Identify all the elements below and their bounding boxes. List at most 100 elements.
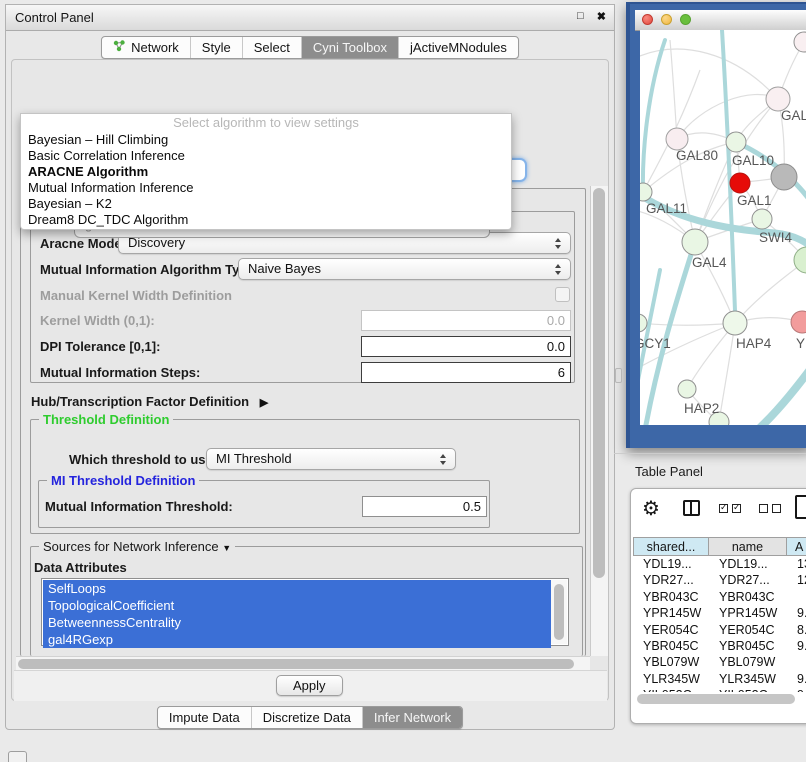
network-node-GAL80[interactable] [666,128,688,150]
table-row[interactable]: YDR27...YDR27...12 [633,572,806,588]
network-node-GAL4[interactable] [682,229,708,255]
apply-button[interactable]: Apply [276,675,343,696]
node-label-GAL80: GAL80 [676,148,718,163]
threshold-definition-title: Threshold Definition [39,412,173,427]
close-window-icon[interactable]: ✖ [597,10,606,23]
attribute-item[interactable]: gal4RGexp [43,631,551,648]
settings-horizontal-scrollbar[interactable] [16,656,590,671]
node-label-SWI4: SWI4 [759,230,792,245]
table-panel-card: ⚙ shared...nameA YDL19...YDL19...13YDR27… [630,488,806,724]
node-label-HAP2: HAP2 [684,401,719,416]
collapse-down-icon[interactable]: ▼ [222,543,231,553]
manual-kernel-checkbox[interactable] [555,287,570,302]
panel-splitter-handle[interactable] [615,368,622,383]
deselect-all-columns-icon[interactable] [759,504,781,513]
mi-steps-field[interactable]: 6 [361,362,571,383]
tab-discretize-data[interactable]: Discretize Data [251,707,362,728]
table-row[interactable]: YLR345WYLR345W9. [633,671,806,687]
tab-jactivemnodules[interactable]: jActiveMNodules [398,37,518,58]
network-node-HAP2[interactable] [678,380,696,398]
bottom-left-panel-icon[interactable] [8,751,27,762]
control-panel-tab-bar: NetworkStyleSelectCyni ToolboxjActiveMNo… [101,36,519,59]
hub-definition-label[interactable]: Hub/Transcription Factor Definition ▶ [31,394,268,409]
table-row[interactable]: YER054CYER054C8. [633,622,806,638]
sources-group: Sources for Network Inference ▼ Data Att… [30,546,583,656]
select-all-columns-icon[interactable] [719,504,741,513]
column-header[interactable]: shared... [633,537,709,556]
network-view-window[interactable]: GALGAL80GAL10GAL1SWI4GAL11GAL4GCY1HAP4YH… [626,2,806,448]
algorithm-item[interactable]: Dream8 DC_TDC Algorithm [21,212,511,228]
node-label-GAL10: GAL10 [732,153,774,168]
minimize-traffic-light-icon[interactable] [661,14,672,25]
algorithm-item[interactable]: Basic Correlation Inference [21,148,511,164]
algorithm-item[interactable]: Bayesian – K2 [21,196,511,212]
column-header[interactable]: name [709,537,787,556]
network-canvas[interactable]: GALGAL80GAL10GAL1SWI4GAL11GAL4GCY1HAP4YH… [640,30,806,425]
attribute-item[interactable]: BetweennessCentrality [43,614,551,631]
control-panel-title: Control Panel [15,10,94,25]
table-row[interactable]: YDL19...YDL19...13 [633,556,806,572]
table-row[interactable]: YBR045CYBR045C9. [633,638,806,654]
tab-impute-data[interactable]: Impute Data [158,707,251,728]
node-label-GAL11: GAL11 [646,201,687,216]
attribute-item[interactable]: SelfLoops [43,580,551,597]
close-traffic-light-icon[interactable] [642,14,653,25]
algorithm-item[interactable]: Bayesian – Hill Climbing [21,132,511,148]
control-panel-titlebar[interactable]: Control Panel □ ✖ [6,5,614,31]
algorithm-dropdown-popup: Select algorithm to view settings Bayesi… [20,113,512,230]
float-window-icon[interactable]: □ [577,12,586,21]
node-label-gal-pink: GAL [781,108,806,123]
tab-network[interactable]: Network [102,37,190,58]
attributes-list-scrollbar[interactable] [551,580,567,644]
table-row[interactable]: YBL079WYBL079W [633,654,806,670]
network-node-top-partial[interactable] [794,32,806,52]
stepper-arrows-icon [554,263,562,276]
settings-scrollpane: Cyni Algorithm Settings Algorithm Defini… [16,186,607,670]
mi-threshold-field[interactable]: 0.5 [362,496,487,517]
network-node-salmon-node[interactable] [791,311,806,333]
tab-style[interactable]: Style [190,37,242,58]
settings-vertical-scrollbar[interactable] [590,186,608,656]
mi-threshold-group-title: MI Threshold Definition [47,473,199,488]
tab-select[interactable]: Select [242,37,301,58]
data-attributes-label: Data Attributes [34,560,127,575]
column-visibility-icon[interactable] [683,500,700,516]
expand-right-icon[interactable]: ▶ [260,396,268,409]
data-attributes-list: SelfLoopsTopologicalCoefficientBetweenne… [41,578,569,646]
network-node-gray-node[interactable] [771,164,797,190]
table-body: YDL19...YDL19...13YDR27...YDR27...12YBR0… [633,556,806,692]
column-header[interactable]: A [787,537,806,556]
import-table-icon[interactable] [795,495,806,519]
tab-infer-network[interactable]: Infer Network [362,707,462,728]
table-settings-gear-icon[interactable]: ⚙ [642,496,660,521]
network-node-HAP4[interactable] [723,311,747,335]
which-threshold-combo[interactable]: MI Threshold [206,448,456,470]
network-node-GAL10[interactable] [726,132,746,152]
table-row[interactable]: YBR043CYBR043C [633,589,806,605]
node-label-HAP4: HAP4 [736,336,772,351]
network-node-SWI4[interactable] [752,209,772,229]
mi-threshold-group: MI Threshold Definition Mutual Informati… [38,480,490,528]
table-row[interactable]: YPR145WYPR145W9. [633,605,806,621]
sources-group-title[interactable]: Sources for Network Inference ▼ [39,539,235,554]
network-icon [113,40,126,55]
tab-cyni-toolbox[interactable]: Cyni Toolbox [301,37,398,58]
table-header-row: shared...nameA [633,537,806,556]
table-horizontal-scrollbar[interactable] [633,692,806,706]
algorithm-item[interactable]: ARACNE Algorithm [21,164,511,180]
mi-algorithm-type-combo[interactable]: Naive Bayes [238,258,571,280]
attribute-item[interactable]: TopologicalCoefficient [43,597,551,614]
which-threshold-label: Which threshold to use: [69,452,217,467]
panel-divider [614,453,806,454]
apply-strip: Apply [14,670,607,701]
dpi-tolerance-field[interactable]: 0.0 [361,336,571,357]
network-node-GAL1[interactable] [730,173,750,193]
network-node-GCY1[interactable] [640,314,647,332]
zoom-traffic-light-icon[interactable] [680,14,691,25]
stepper-arrows-icon [439,453,447,466]
algorithm-item[interactable]: Mutual Information Inference [21,180,511,196]
kernel-width-field[interactable]: 0.0 [361,310,571,331]
network-window-titlebar[interactable] [635,10,806,31]
mi-steps-label: Mutual Information Steps: [40,365,200,380]
aracne-mode-label: Aracne Mode: [40,236,126,251]
